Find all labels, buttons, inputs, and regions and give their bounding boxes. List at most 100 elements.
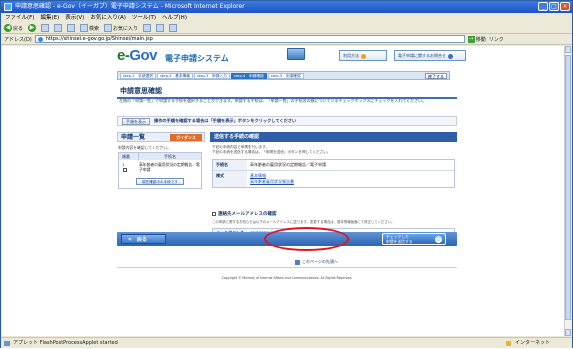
search-label: 検索	[89, 25, 100, 32]
ie-app-icon	[4, 3, 12, 11]
title-bar: 申請意思確認 - e-Gov（イーガブ）電子申請システム - Microsoft…	[1, 1, 572, 13]
application-list-note: 申請内容を確認してください。	[118, 145, 171, 150]
procedure-name-label: 手続名	[213, 160, 247, 170]
inquiry-button[interactable]: 電子申請に関するお問合せ	[394, 50, 466, 61]
go-label: 移動	[475, 36, 486, 43]
row-checkbox[interactable]	[123, 168, 127, 172]
submit-circle-icon: ○	[435, 236, 442, 243]
submission-confirm-title: 送信する手続の確認	[210, 132, 457, 142]
step-progress-bar: step.1 手続選択 step.2 基本情報 step.3 申請入力 step…	[117, 71, 450, 80]
form-label: 様式	[213, 171, 247, 187]
mail-button[interactable]	[156, 24, 165, 32]
page-top-link[interactable]: このページの先頭へ	[295, 259, 338, 265]
status-bar: アプレット FlashPostProcessApplet started インタ…	[1, 337, 572, 348]
system-name: 電子申請システム	[165, 54, 229, 63]
history-icon	[143, 24, 152, 32]
favorites-label: お気に入り	[113, 25, 139, 32]
go-arrow-icon: →	[467, 35, 475, 43]
favorites-button[interactable]: お気に入り	[104, 24, 138, 32]
table-header: 順番 手続名	[119, 153, 201, 160]
stop-icon	[41, 24, 50, 32]
menu-edit[interactable]: 編集(E)	[40, 13, 59, 23]
step-2: step.2 基本情報	[156, 72, 193, 79]
toolbar: ◀ 戻る ▶ 検索 お気に入り	[1, 23, 572, 34]
forward-arrow-icon: ▶	[28, 24, 37, 32]
stop-button[interactable]	[41, 24, 50, 32]
egov-logo[interactable]: e-Gov	[117, 47, 158, 64]
application-list-title: 申請一覧 ガイダンス	[117, 132, 205, 142]
employment-report-link[interactable]: 高年齢者雇用状況報告書	[250, 179, 451, 185]
mail-section-title: 連絡先メールアドレスの確認	[218, 212, 277, 217]
current-procedure-button[interactable]: 現在確認中の手続です	[136, 178, 184, 185]
menu-view[interactable]: 表示(V)	[65, 13, 84, 23]
col-order: 順番	[119, 153, 139, 160]
back-arrow-icon: ◀	[4, 24, 12, 32]
laptop-icon	[287, 48, 305, 60]
home-icon	[67, 24, 76, 32]
menu-help[interactable]: ヘルプ(H)	[162, 13, 187, 23]
step-1: step.1 手続選択	[120, 72, 156, 79]
mail-checkbox[interactable]	[212, 212, 216, 216]
browser-window: 申請意思確認 - e-Gov（イーガブ）電子申請システム - Microsoft…	[0, 0, 573, 348]
table-row: 手続名 高年齢者の雇用状況の定期報告／電子申請	[213, 160, 454, 171]
info-icon	[448, 53, 453, 59]
window-title: 申請意思確認 - e-Gov（イーガブ）電子申請システム - Microsoft…	[15, 3, 245, 10]
procedure-detail-table: 手続名 高年齢者の雇用状況の定期報告／電子申請 様式 基本情報 高年齢者雇用状況…	[212, 159, 455, 188]
submission-confirm-panel: 送信する手続の確認 下記の手続内容で申請を行います。 下記の手続を送信する場合は…	[210, 132, 457, 272]
menu-tools[interactable]: ツール(T)	[132, 13, 156, 23]
vertical-scrollbar[interactable]	[564, 46, 571, 336]
scroll-down-icon[interactable]	[565, 329, 571, 336]
help-button[interactable]: 利用方法	[339, 50, 387, 61]
address-bar: アドレス(D) https://shinsei.e-gov.go.jp/Shin…	[1, 34, 572, 45]
row-procedure-name: 高年齢者の雇用状況の定期報告／電子申請	[139, 162, 200, 172]
scroll-thumb[interactable]	[565, 55, 571, 320]
links-button[interactable]: リンク	[489, 36, 504, 43]
search-button[interactable]: 検索	[80, 24, 99, 32]
url-field[interactable]: https://shinsei.e-gov.go.jp/Shinsei/main…	[34, 35, 465, 43]
refresh-button[interactable]	[54, 24, 63, 32]
url-text: https://shinsei.e-gov.go.jp/Shinsei/main…	[45, 36, 153, 42]
page-icon	[37, 37, 43, 42]
back-nav-label: 戻る	[13, 25, 24, 32]
procedure-name-value: 高年齢者の雇用状況の定期報告／電子申請	[250, 162, 326, 167]
guidance-button[interactable]: ガイダンス	[170, 134, 202, 141]
submission-note: 下記の手続内容で申請を行います。 下記の手続を送信する場合は、「申請を送信」ボタ…	[212, 145, 331, 154]
mail-icon	[156, 24, 165, 32]
search-icon	[80, 24, 89, 32]
procedure-info-text: 操作の手順を確認する場合は「手順を表示」ボタンをクリックしてください	[154, 118, 297, 123]
application-list-table: 順番 手続名 1 高年齢者の雇用状況の定期報告／電子申請 現在確認中の手続です	[118, 152, 202, 189]
menu-favorites[interactable]: お気に入り(A)	[90, 13, 126, 23]
help-icon	[361, 53, 366, 59]
row-number: 1	[122, 162, 125, 167]
minimize-button[interactable]: _	[538, 2, 548, 11]
step-4-current: step.4 申請確認	[230, 72, 267, 79]
show-procedure-button[interactable]: 手順を表示	[122, 117, 150, 125]
submit-checked-button[interactable]: チェックした 申請を送信する ○	[382, 233, 446, 245]
col-name: 手続名	[164, 154, 176, 159]
scroll-up-icon[interactable]	[565, 46, 571, 53]
finish-button[interactable]: 終了する	[425, 73, 447, 79]
security-zone: インターネット	[515, 340, 551, 346]
menu-bar: ファイル(F) 編集(E) 表示(V) お気に入り(A) ツール(T) ヘルプ(…	[1, 13, 572, 23]
menu-file[interactable]: ファイル(F)	[5, 13, 34, 23]
mail-note: この申請に関するお知らせは以下のメールアドレスに送ります。変更する場合は、基本情…	[212, 220, 395, 224]
arrow-up-icon	[295, 259, 300, 265]
print-icon	[169, 24, 178, 32]
footer-divider	[117, 267, 457, 268]
go-button[interactable]: → 移動	[467, 35, 486, 43]
back-nav-button[interactable]: ◀ 戻る	[4, 24, 23, 32]
table-row: 1 高年齢者の雇用状況の定期報告／電子申請	[119, 160, 201, 176]
forward-nav-button[interactable]: ▶	[28, 24, 37, 32]
maximize-button[interactable]: □	[549, 2, 559, 11]
highlight-circle	[264, 227, 349, 251]
home-button[interactable]	[67, 24, 76, 32]
table-row: 様式 基本情報 高年齢者雇用状況報告書	[213, 171, 454, 187]
history-button[interactable]	[143, 24, 152, 32]
footer-copyright: Copyright © Ministry of Internal Affairs…	[221, 276, 353, 280]
step-5: step.5 到達確認	[267, 72, 304, 79]
close-button[interactable]: ×	[560, 2, 570, 11]
page-description: 左側の「申請一覧」で申請する手続を選択することができます。申請する手続は、「申請…	[119, 98, 427, 103]
print-button[interactable]	[169, 24, 178, 32]
back-button[interactable]: «戻る	[121, 234, 166, 244]
star-icon	[104, 24, 113, 32]
